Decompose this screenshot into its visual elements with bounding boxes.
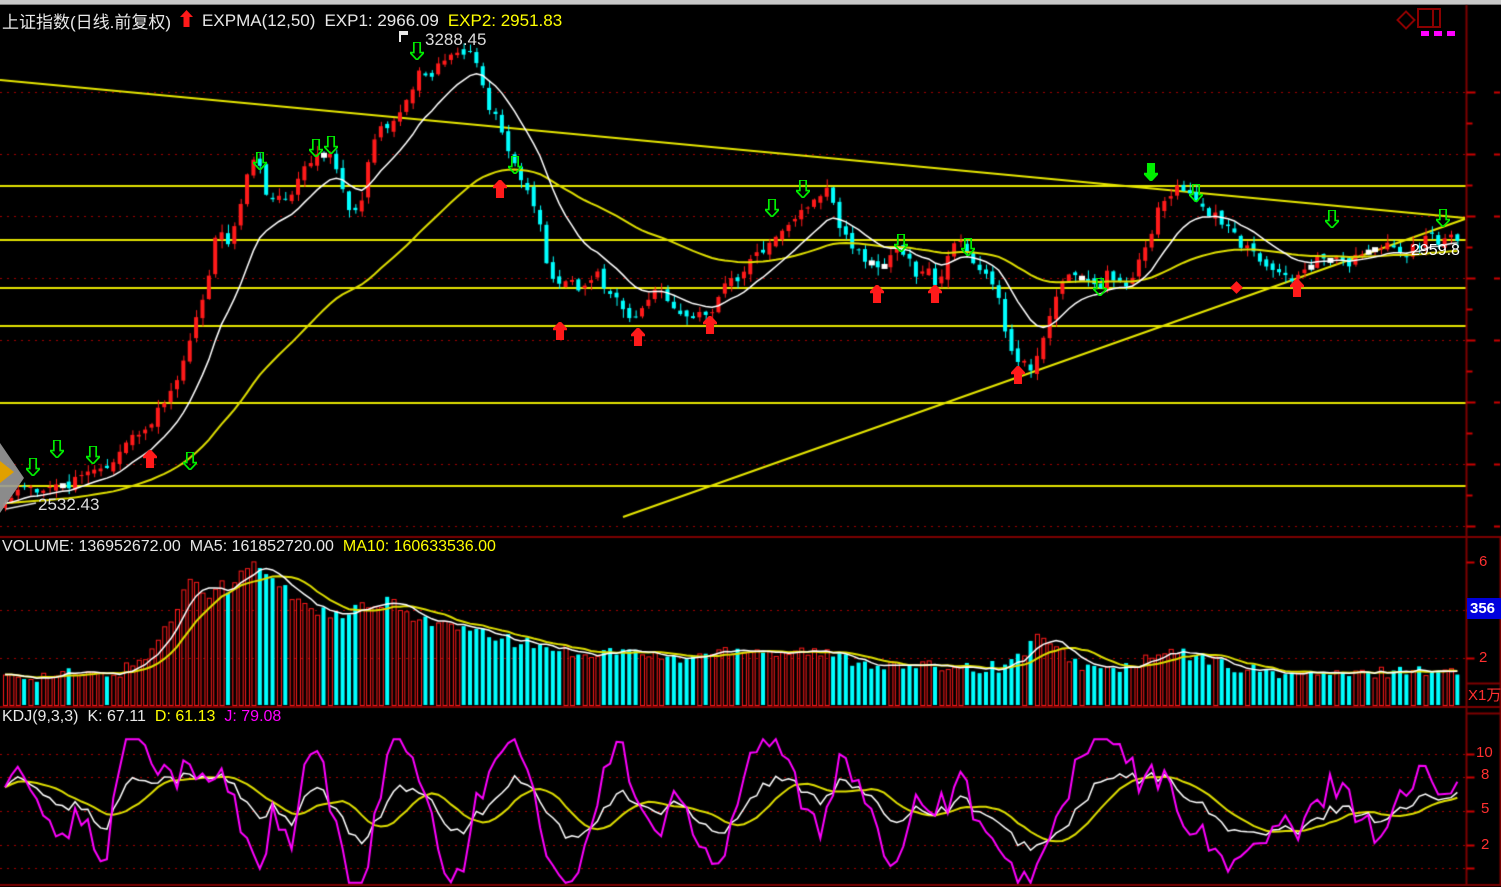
window-restore-icon[interactable] (1417, 8, 1441, 28)
sell-signal-arrow (894, 234, 908, 257)
sell-signal-arrow (1325, 210, 1339, 233)
indicator-name: EXPMA(12,50) (202, 11, 315, 31)
sell-signal-arrow (50, 440, 64, 463)
volume-ma5: MA5: 161852720.00 (190, 538, 334, 556)
sell-signal-arrow (253, 152, 267, 175)
buy-signal-arrow (1290, 279, 1304, 302)
sell-signal-arrow (410, 42, 424, 65)
sell-signal-arrow (796, 180, 810, 203)
exp1-value: EXP1: 2966.09 (324, 11, 438, 31)
volume-axis-60000: 6 (1479, 553, 1487, 570)
low-price-label: 2532.43 (38, 495, 99, 515)
sell-signal-arrow (1093, 278, 1107, 301)
stock-chart-app: 上证指数(日线.前复权) EXPMA(12,50) EXP1: 2966.09 … (0, 0, 1501, 887)
kdj-k-value: K: 67.11 (87, 708, 145, 726)
volume-current-tag: 356 (1467, 598, 1501, 619)
sell-signal-arrow-solid (1144, 163, 1158, 186)
buy-signal-arrow (631, 328, 645, 351)
exp2-value: EXP2: 2951.83 (448, 11, 562, 31)
kdj-name: KDJ(9,3,3) (2, 708, 78, 726)
sell-signal-arrow (961, 238, 975, 261)
volume-ma10: MA10: 160633536.00 (343, 538, 496, 556)
sell-signal-arrow (508, 156, 522, 179)
signal-up-arrow-icon (180, 10, 193, 32)
kdj-axis-80: 8 (1481, 766, 1489, 783)
volume-axis-20000: 2 (1479, 649, 1487, 666)
kdj-d-value: D: 61.13 (155, 708, 215, 726)
sell-signal-arrow (1189, 184, 1203, 207)
buy-signal-arrow (553, 322, 567, 345)
peak-price-label: 3288.45 (425, 30, 486, 50)
sell-signal-arrow (765, 199, 779, 222)
kdj-axis-100: 10 (1476, 744, 1493, 761)
chart-canvas[interactable] (0, 0, 1501, 887)
kdj-axis-20: 2 (1481, 836, 1489, 853)
kdj-j-value: J: 79.08 (224, 708, 281, 726)
buy-signal-arrow (1011, 366, 1025, 389)
magenta-dots-icon (1421, 31, 1455, 36)
flag-marker-icon (399, 31, 401, 42)
kdj-header: KDJ(9,3,3) K: 67.11 D: 61.13 J: 79.08 (2, 708, 281, 726)
volume-value: VOLUME: 136952672.00 (2, 538, 181, 556)
sell-signal-arrow (26, 458, 40, 481)
buy-signal-arrow (143, 450, 157, 473)
volume-unit-label: X1万 (1468, 684, 1501, 705)
buy-signal-arrow (928, 285, 942, 308)
sell-signal-arrow (1436, 209, 1450, 232)
kdj-axis-50: 5 (1481, 800, 1489, 817)
symbol-title: 上证指数(日线.前复权) (2, 8, 171, 33)
sell-signal-arrow (86, 446, 100, 469)
buy-signal-arrow (703, 316, 717, 339)
sell-signal-arrow (324, 136, 338, 159)
buy-signal-arrow (870, 285, 884, 308)
sell-signal-arrow (183, 452, 197, 475)
volume-header: VOLUME: 136952672.00 MA5: 161852720.00 M… (2, 538, 496, 556)
last-price-label: 2959.8 (1411, 242, 1460, 260)
buy-signal-arrow (493, 180, 507, 203)
sell-signal-arrow (309, 139, 323, 162)
